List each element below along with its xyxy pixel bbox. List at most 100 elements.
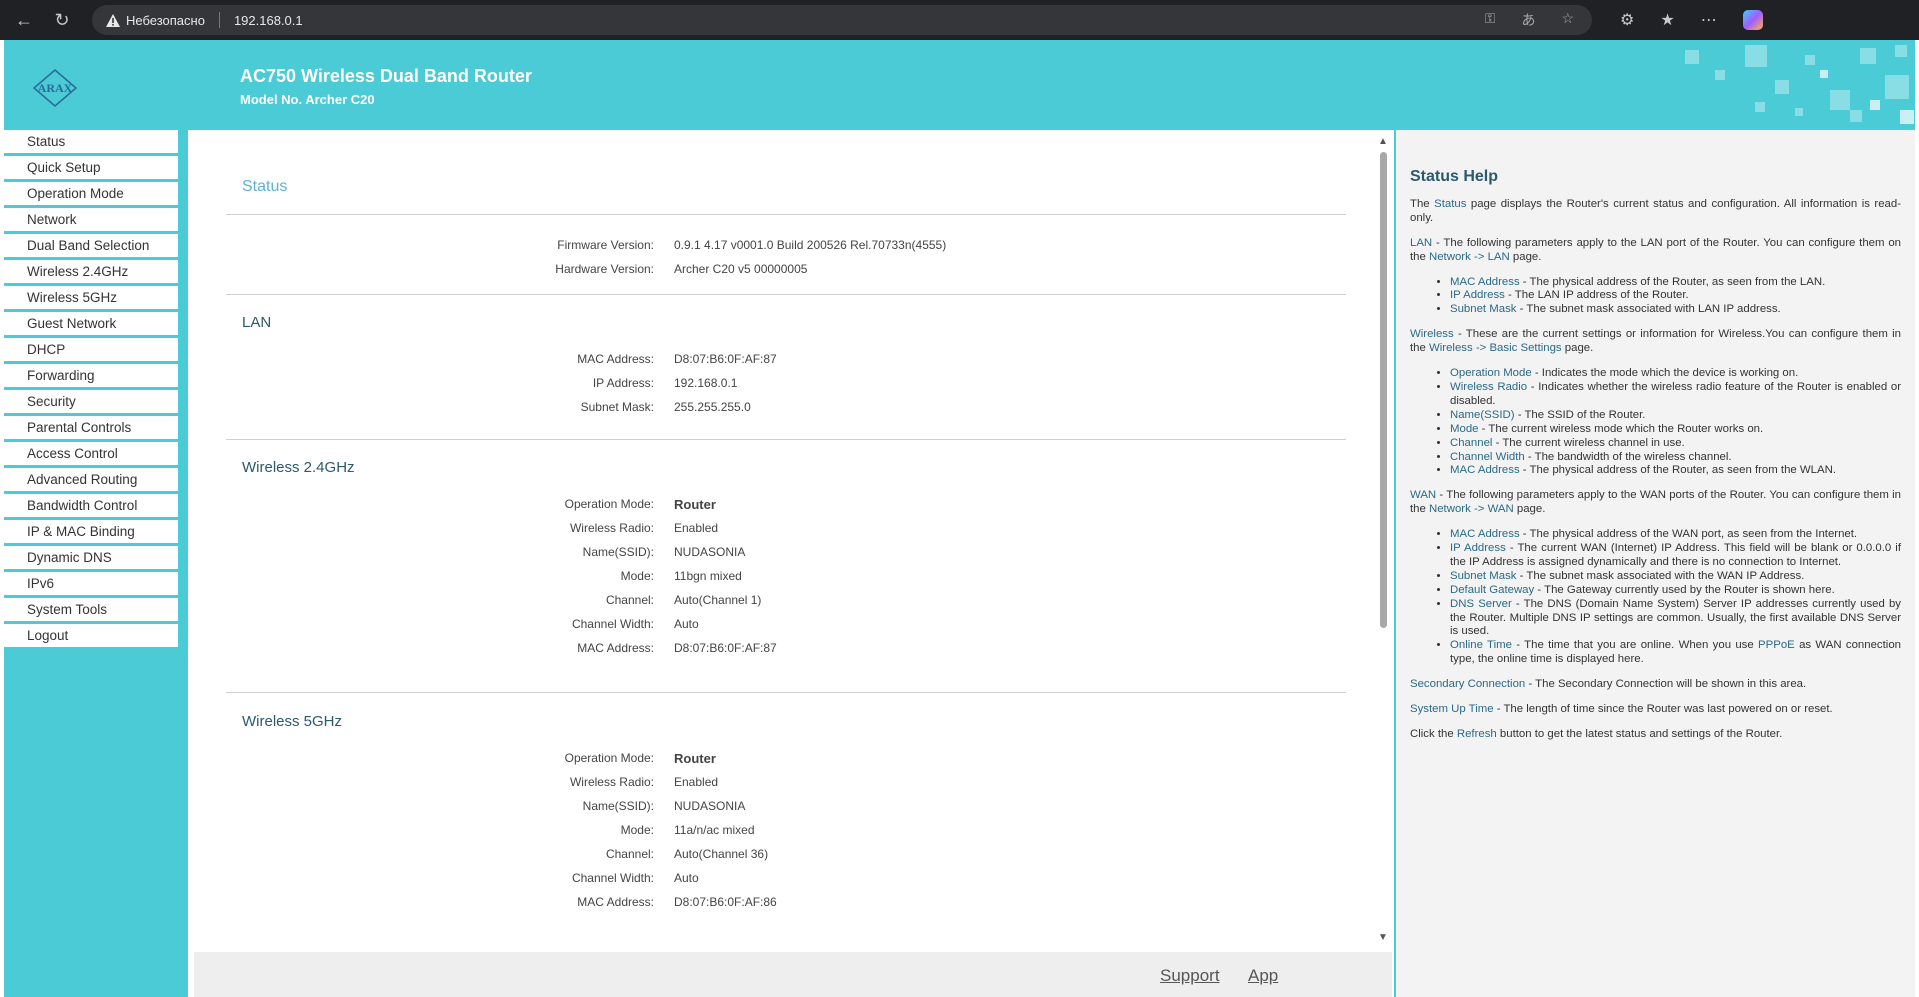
help-wireless-list: Operation Mode - Indicates the mode whic…: [1450, 367, 1901, 478]
favorite-star-icon[interactable]: ☆: [1561, 10, 1574, 30]
url-text[interactable]: 192.168.0.1: [234, 13, 303, 28]
lan-ip-label: IP Address:: [592, 376, 654, 390]
w24-mac-label: MAC Address:: [577, 641, 654, 655]
lan-ip-value: 192.168.0.1: [674, 376, 738, 390]
status-scroll-area[interactable]: Status Firmware Version: 0.9.1 4.17 v000…: [188, 130, 1394, 952]
content-scrollbar[interactable]: ▲ ▼: [1374, 130, 1392, 952]
list-item: Operation Mode - Indicates the mode whic…: [1450, 367, 1901, 381]
translate-icon[interactable]: あ: [1521, 10, 1535, 30]
list-item: DNS Server - The DNS (Domain Name System…: [1450, 598, 1901, 640]
sidebar-item-parental-controls[interactable]: Parental Controls: [4, 416, 178, 439]
sidebar-item-operation-mode[interactable]: Operation Mode: [4, 182, 178, 205]
sidebar-item-guest-network[interactable]: Guest Network: [4, 312, 178, 335]
key-icon[interactable]: ⚿: [1485, 10, 1496, 30]
reload-icon[interactable]: ↻: [48, 6, 76, 34]
wireless24-row: Operation Mode: Router: [188, 497, 1288, 515]
extensions-icon[interactable]: ⚙: [1620, 10, 1634, 30]
wireless24-row: Channel Width: Auto: [188, 617, 1288, 635]
sidebar-item-system-tools[interactable]: System Tools: [4, 598, 178, 621]
sidebar-item-advanced-routing[interactable]: Advanced Routing: [4, 468, 178, 491]
list-item: Online Time - The time that you are onli…: [1450, 639, 1901, 667]
sidebar-item-network[interactable]: Network: [4, 208, 178, 231]
main-content: Status Firmware Version: 0.9.1 4.17 v000…: [188, 130, 1394, 997]
sidebar-item-forwarding[interactable]: Forwarding: [4, 364, 178, 387]
sidebar-item-ip-mac-binding[interactable]: IP & MAC Binding: [4, 520, 178, 543]
favorites-icon[interactable]: ★: [1660, 10, 1674, 30]
wireless24-row: MAC Address: D8:07:B6:0F:AF:87: [188, 641, 1288, 659]
brand-logo: ARAX: [32, 69, 78, 107]
svg-text:ARAX: ARAX: [38, 81, 73, 95]
sidebar-item-quick-setup[interactable]: Quick Setup: [4, 156, 178, 179]
sidebar-item-wireless-24ghz[interactable]: Wireless 2.4GHz: [4, 260, 178, 283]
list-item: MAC Address - The physical address of th…: [1450, 276, 1901, 290]
list-item: Subnet Mask - The subnet mask associated…: [1450, 570, 1901, 584]
sidebar-item-access-control[interactable]: Access Control: [4, 442, 178, 465]
sidebar-item-logout[interactable]: Logout: [4, 624, 178, 647]
w24-radio-value: Enabled: [674, 521, 719, 535]
back-icon[interactable]: ←: [10, 6, 38, 34]
security-text: Небезопасно: [126, 12, 205, 28]
sidebar-item-bandwidth-control[interactable]: Bandwidth Control: [4, 494, 178, 517]
divider: [226, 692, 1346, 693]
security-indicator[interactable]: Небезопасно: [106, 13, 205, 28]
model-number: Model No. Archer C20: [240, 92, 375, 107]
w5-radio-value: Enabled: [674, 775, 719, 789]
sidebar-item-dynamic-dns[interactable]: Dynamic DNS: [4, 546, 178, 569]
product-title: AC750 Wireless Dual Band Router: [240, 66, 532, 86]
wireless5-section-title: Wireless 5GHz: [242, 713, 343, 730]
sidebar-item-dhcp[interactable]: DHCP: [4, 338, 178, 361]
wireless24-row: Name(SSID): NUDASONIA: [188, 545, 1288, 563]
wireless5-row: Mode: 11a/n/ac mixed: [188, 823, 1288, 841]
scroll-thumb[interactable]: [1380, 152, 1387, 628]
warning-icon: [106, 13, 120, 27]
sidebar-item-status[interactable]: Status: [4, 130, 178, 153]
copilot-icon[interactable]: [1742, 10, 1763, 30]
lan-row: IP Address: 192.168.0.1: [188, 376, 1288, 394]
help-title: Status Help: [1410, 168, 1499, 185]
support-link[interactable]: Support: [1160, 966, 1220, 986]
wireless5-row: Operation Mode: Router: [188, 751, 1288, 769]
lan-subnet-value: 255.255.255.0: [674, 400, 751, 414]
page-footer: Support App: [194, 952, 1392, 997]
wireless5-row: Wireless Radio: Enabled: [188, 775, 1288, 793]
lan-mac-label: MAC Address:: [577, 352, 654, 366]
list-item: Default Gateway - The Gateway currently …: [1450, 584, 1901, 598]
w24-width-value: Auto: [674, 617, 699, 631]
w5-ssid-label: Name(SSID):: [582, 799, 654, 813]
address-bar[interactable]: Небезопасно 192.168.0.1 ⚿ あ ☆: [92, 5, 1592, 35]
sidebar-menu: Status Quick Setup Operation Mode Networ…: [4, 130, 178, 650]
lan-subnet-label: Subnet Mask:: [580, 400, 654, 414]
w24-ssid-value: NUDASONIA: [674, 545, 746, 559]
help-lan-list: MAC Address - The physical address of th…: [1450, 276, 1901, 318]
divider: [226, 294, 1346, 295]
router-admin-page: ARAX AC750 Wireless Dual Band Router Mod…: [4, 40, 1915, 997]
more-menu-icon[interactable]: ⋯: [1701, 10, 1717, 30]
sidebar-item-security[interactable]: Security: [4, 390, 178, 413]
help-panel: Status Help The Status page displays the…: [1396, 130, 1915, 997]
lan-section-title: LAN: [242, 314, 272, 331]
scroll-up-icon[interactable]: ▲: [1378, 136, 1388, 147]
scroll-down-icon[interactable]: ▼: [1378, 932, 1388, 943]
w24-mode-label: Mode:: [620, 569, 654, 583]
list-item: Wireless Radio - Indicates whether the w…: [1450, 381, 1901, 409]
list-item: MAC Address - The physical address of th…: [1450, 528, 1901, 542]
wireless24-row: Channel: Auto(Channel 1): [188, 593, 1288, 611]
help-intro: The Status page displays the Router's cu…: [1410, 197, 1901, 224]
sidebar-item-wireless-5ghz[interactable]: Wireless 5GHz: [4, 286, 178, 309]
help-secondary: Secondary Connection - The Secondary Con…: [1410, 678, 1807, 691]
w24-mode-value: 11bgn mixed: [674, 569, 742, 583]
wireless5-row: Channel Width: Auto: [188, 871, 1288, 889]
firmware-row: Firmware Version: 0.9.1 4.17 v0001.0 Bui…: [188, 238, 1288, 256]
hardware-value: Archer C20 v5 00000005: [674, 262, 808, 276]
firmware-label: Firmware Version:: [557, 238, 654, 252]
list-item: MAC Address - The physical address of th…: [1450, 464, 1901, 478]
divider: [226, 439, 1346, 440]
w5-opmode-label: Operation Mode:: [564, 751, 654, 765]
w5-width-value: Auto: [674, 871, 699, 885]
lan-row: Subnet Mask: 255.255.255.0: [188, 400, 1288, 418]
sidebar-item-dual-band-selection[interactable]: Dual Band Selection: [4, 234, 178, 257]
app-link[interactable]: App: [1248, 966, 1278, 986]
w24-width-label: Channel Width:: [571, 617, 654, 631]
list-item: Channel - The current wireless channel i…: [1450, 437, 1901, 451]
sidebar-item-ipv6[interactable]: IPv6: [4, 572, 178, 595]
